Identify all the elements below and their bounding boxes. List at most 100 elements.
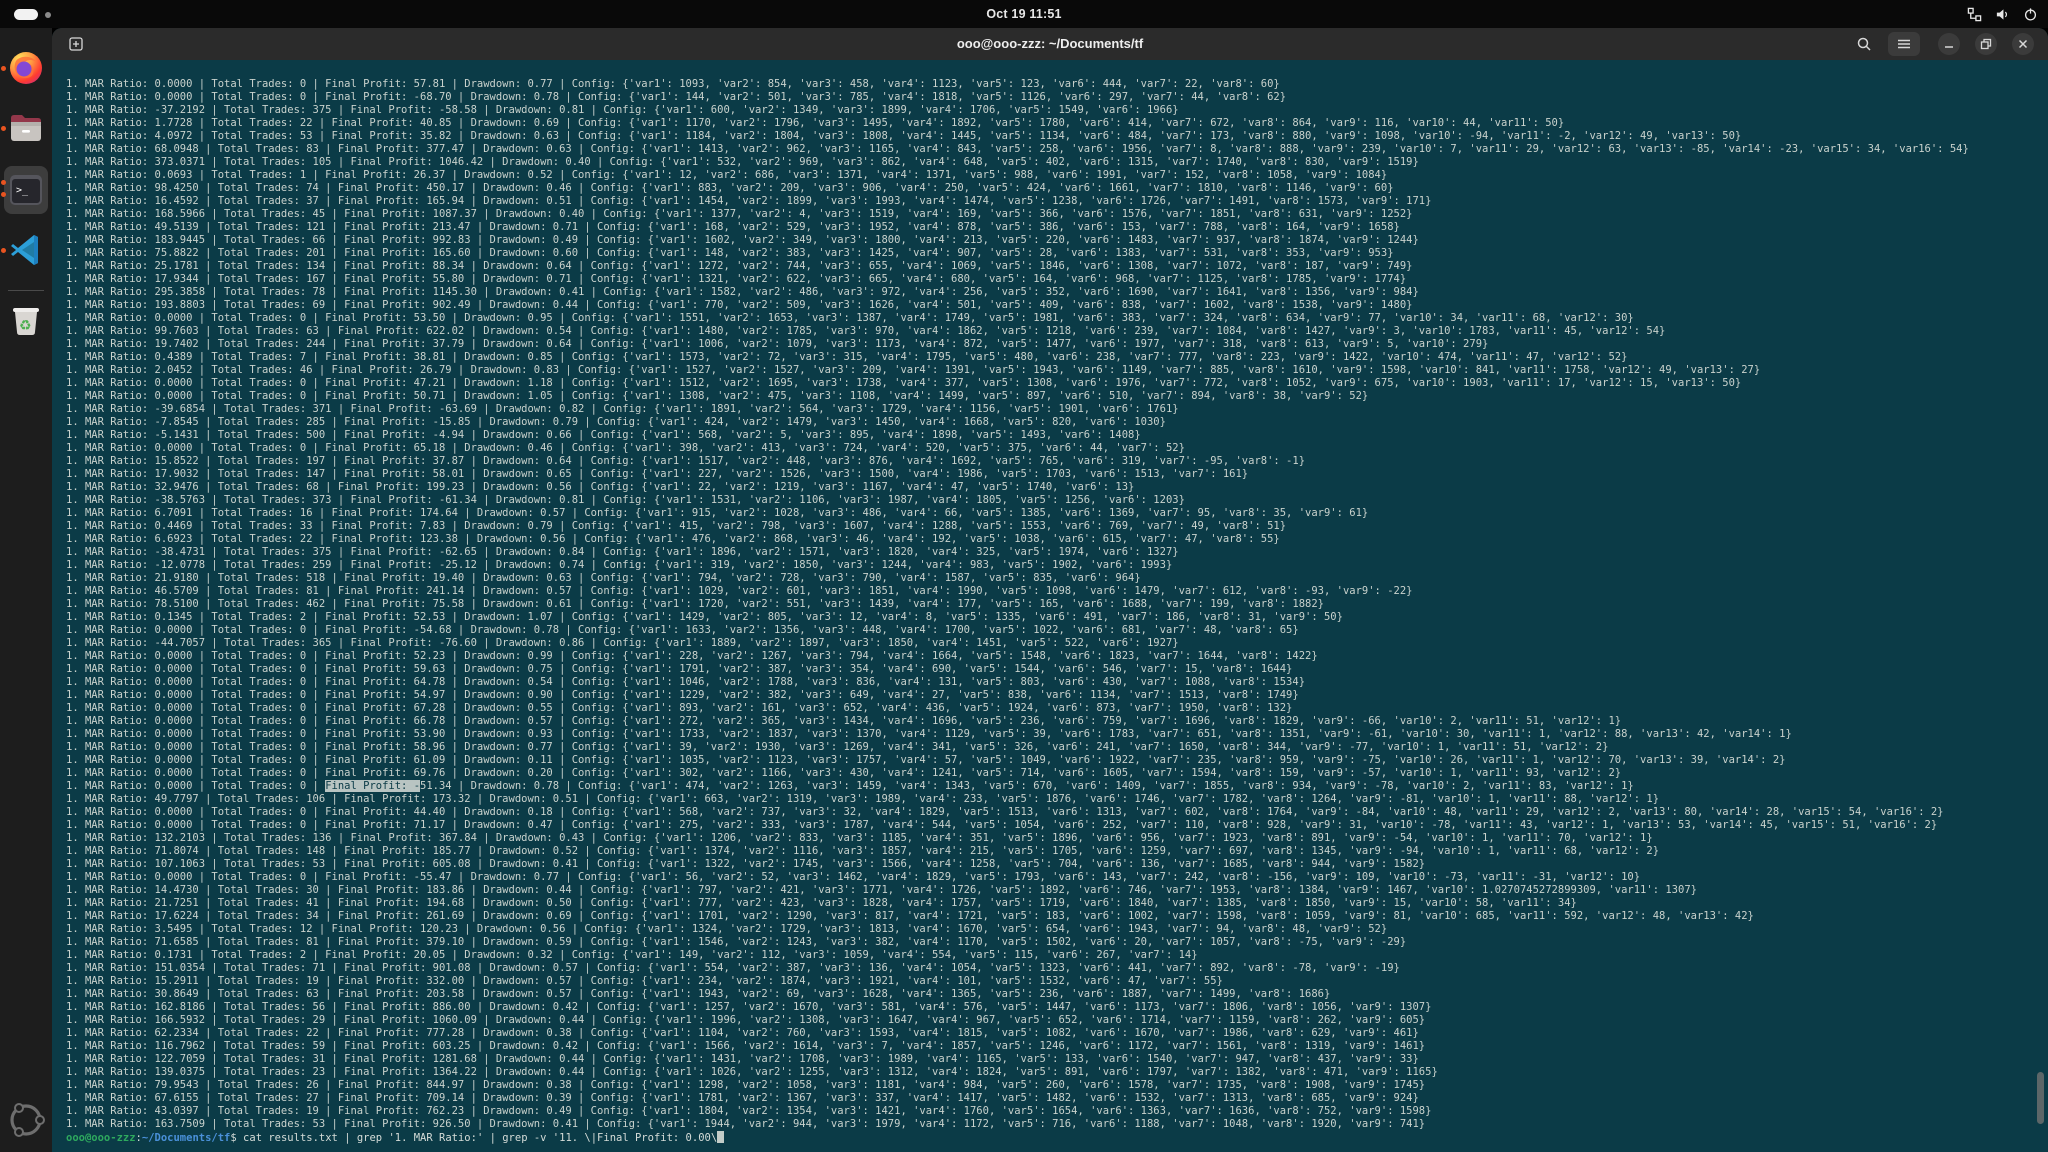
terminal-line: 1. MAR Ratio: 0.1731 | Total Trades: 2 |…: [66, 949, 2048, 962]
terminal-line: 1. MAR Ratio: 0.0000 | Total Trades: 0 |…: [66, 650, 2048, 663]
terminal-line: 1. MAR Ratio: -12.0778 | Total Trades: 2…: [66, 559, 2048, 572]
power-icon: [2023, 7, 2038, 22]
terminal-line: 1. MAR Ratio: -37.2192 | Total Trades: 3…: [66, 104, 2048, 117]
terminal-line: 1. MAR Ratio: 0.0000 | Total Trades: 0 |…: [66, 689, 2048, 702]
terminal-line: 1. MAR Ratio: 0.0000 | Total Trades: 0 |…: [66, 741, 2048, 754]
terminal-line: 1. MAR Ratio: -38.5763 | Total Trades: 3…: [66, 494, 2048, 507]
close-button[interactable]: [2012, 33, 2034, 55]
terminal-line: 1. MAR Ratio: 6.7091 | Total Trades: 16 …: [66, 507, 2048, 520]
dock-divider: [8, 290, 44, 291]
terminal-line: 1. MAR Ratio: 17.6224 | Total Trades: 34…: [66, 910, 2048, 923]
terminal-line: 1. MAR Ratio: 49.7797 | Total Trades: 10…: [66, 793, 2048, 806]
dock-item-trash[interactable]: ♻: [6, 300, 46, 340]
search-button[interactable]: [1852, 32, 1876, 56]
dock-item-terminal[interactable]: >_: [4, 166, 48, 214]
terminal-line: 1. MAR Ratio: -5.1431 | Total Trades: 50…: [66, 429, 2048, 442]
dock-item-firefox[interactable]: [6, 48, 46, 88]
running-indicator-files: [1, 126, 6, 131]
terminal-line: 1. MAR Ratio: 0.1345 | Total Trades: 2 |…: [66, 611, 2048, 624]
desktop: Oct 19 11:51: [0, 0, 2048, 1152]
terminal-line: 1. MAR Ratio: 132.2103 | Total Trades: 1…: [66, 832, 2048, 845]
terminal-line: 1. MAR Ratio: 49.5139 | Total Trades: 12…: [66, 221, 2048, 234]
terminal-line: 1. MAR Ratio: 0.0000 | Total Trades: 0 |…: [66, 754, 2048, 767]
hamburger-icon: [1897, 38, 1911, 50]
terminal-lines: 1. MAR Ratio: 0.0000 | Total Trades: 0 |…: [66, 78, 2048, 1131]
search-icon: [1856, 36, 1872, 52]
terminal-line: 1. MAR Ratio: 75.8822 | Total Trades: 20…: [66, 247, 2048, 260]
terminal-line: 1. MAR Ratio: 122.7059 | Total Trades: 3…: [66, 1053, 2048, 1066]
running-indicator-vscode: [1, 248, 6, 253]
terminal-window: ooo@ooo-zzz: ~/Documents/tf: [52, 28, 2048, 1152]
terminal-line: 1. MAR Ratio: 71.8074 | Total Trades: 14…: [66, 845, 2048, 858]
terminal-line: 1. MAR Ratio: 0.0000 | Total Trades: 0 |…: [66, 312, 2048, 325]
terminal-line: 1. MAR Ratio: 19.7402 | Total Trades: 24…: [66, 338, 2048, 351]
restore-button[interactable]: [1975, 33, 1997, 55]
terminal-line: 1. MAR Ratio: 373.0371 | Total Trades: 1…: [66, 156, 2048, 169]
trash-icon: ♻: [8, 302, 44, 338]
terminal-icon: >_: [7, 171, 45, 209]
menu-button[interactable]: [1888, 32, 1920, 56]
terminal-line: 1. MAR Ratio: 0.0000 | Total Trades: 0 |…: [66, 871, 2048, 884]
terminal-output[interactable]: 1. MAR Ratio: 0.0000 | Total Trades: 0 |…: [52, 60, 2048, 1152]
terminal-line: 1. MAR Ratio: 0.0000 | Total Trades: 0 |…: [66, 624, 2048, 637]
terminal-line: 1. MAR Ratio: 193.8803 | Total Trades: 6…: [66, 299, 2048, 312]
ubuntu-logo-icon[interactable]: [6, 1100, 46, 1140]
svg-text:>_: >_: [16, 185, 29, 196]
terminal-line: 1. MAR Ratio: 0.0000 | Total Trades: 0 |…: [66, 377, 2048, 390]
terminal-line: 1. MAR Ratio: 0.0000 | Total Trades: 0 |…: [66, 767, 2048, 780]
terminal-line: 1. MAR Ratio: 68.0948 | Total Trades: 83…: [66, 143, 2048, 156]
files-icon: [7, 109, 45, 147]
terminal-line: 1. MAR Ratio: 0.0000 | Total Trades: 0 |…: [66, 728, 2048, 741]
terminal-line: 1. MAR Ratio: 21.7251 | Total Trades: 41…: [66, 897, 2048, 910]
scrollbar-thumb[interactable]: [2037, 1072, 2044, 1124]
system-status-area[interactable]: [1967, 0, 2038, 28]
terminal-line: 1. MAR Ratio: 30.8649 | Total Trades: 63…: [66, 988, 2048, 1001]
prompt-symbol: $: [230, 1132, 243, 1144]
terminal-line: 1. MAR Ratio: 6.6923 | Total Trades: 22 …: [66, 533, 2048, 546]
svg-text:♻: ♻: [19, 317, 32, 333]
close-icon: [2017, 38, 2029, 50]
terminal-line: 1. MAR Ratio: 17.9032 | Total Trades: 14…: [66, 468, 2048, 481]
terminal-line: 1. MAR Ratio: 25.1781 | Total Trades: 13…: [66, 260, 2048, 273]
running-indicator-terminal-2: [1, 192, 6, 197]
terminal-line: 1. MAR Ratio: 71.6585 | Total Trades: 81…: [66, 936, 2048, 949]
terminal-line: 1. MAR Ratio: 15.8522 | Total Trades: 19…: [66, 455, 2048, 468]
minimize-button[interactable]: [1938, 33, 1960, 55]
terminal-line: 1. MAR Ratio: 0.4469 | Total Trades: 33 …: [66, 520, 2048, 533]
terminal-line: 1. MAR Ratio: 183.9445 | Total Trades: 6…: [66, 234, 2048, 247]
terminal-line: 1. MAR Ratio: 16.4592 | Total Trades: 37…: [66, 195, 2048, 208]
terminal-line: 1. MAR Ratio: 0.0000 | Total Trades: 0 |…: [66, 702, 2048, 715]
terminal-line: 1. MAR Ratio: 3.5495 | Total Trades: 12 …: [66, 923, 2048, 936]
terminal-line: 1. MAR Ratio: 1.7728 | Total Trades: 22 …: [66, 117, 2048, 130]
terminal-line: 1. MAR Ratio: 21.9180 | Total Trades: 51…: [66, 572, 2048, 585]
terminal-line: 1. MAR Ratio: -38.4731 | Total Trades: 3…: [66, 546, 2048, 559]
terminal-line: 1. MAR Ratio: 295.3858 | Total Trades: 7…: [66, 286, 2048, 299]
terminal-line: 1. MAR Ratio: 43.0397 | Total Trades: 19…: [66, 1105, 2048, 1118]
terminal-line: 1. MAR Ratio: 78.5100 | Total Trades: 46…: [66, 598, 2048, 611]
terminal-line: 1. MAR Ratio: 0.0000 | Total Trades: 0 |…: [66, 806, 2048, 819]
terminal-cursor: [717, 1131, 724, 1143]
terminal-line: 1. MAR Ratio: -7.8545 | Total Trades: 28…: [66, 416, 2048, 429]
terminal-line: 1. MAR Ratio: 107.1063 | Total Trades: 5…: [66, 858, 2048, 871]
dock-item-files[interactable]: [6, 108, 46, 148]
minimize-icon: [1943, 38, 1955, 50]
restore-icon: [1980, 38, 1992, 50]
vscode-icon: [8, 232, 44, 268]
dock-item-vscode[interactable]: [6, 230, 46, 270]
terminal-line: 1. MAR Ratio: 17.9344 | Total Trades: 16…: [66, 273, 2048, 286]
terminal-line: 1. MAR Ratio: 67.6155 | Total Trades: 27…: [66, 1092, 2048, 1105]
volume-icon: [1995, 7, 2010, 22]
terminal-line: 1. MAR Ratio: 79.9543 | Total Trades: 26…: [66, 1079, 2048, 1092]
terminal-line: 1. MAR Ratio: 0.0000 | Total Trades: 0 |…: [66, 819, 2048, 832]
terminal-line: 1. MAR Ratio: 14.4730 | Total Trades: 30…: [66, 884, 2048, 897]
terminal-line: 1. MAR Ratio: 2.0452 | Total Trades: 46 …: [66, 364, 2048, 377]
top-bar: Oct 19 11:51: [0, 0, 2048, 28]
terminal-line: 1. MAR Ratio: 4.0972 | Total Trades: 53 …: [66, 130, 2048, 143]
running-indicator-terminal-1: [1, 180, 6, 185]
clock[interactable]: Oct 19 11:51: [0, 0, 2048, 28]
command-text: cat results.txt | grep '1. MAR Ratio:' |…: [243, 1132, 717, 1144]
terminal-line: 1. MAR Ratio: 168.5966 | Total Trades: 4…: [66, 208, 2048, 221]
terminal-line: 1. MAR Ratio: 46.5709 | Total Trades: 81…: [66, 585, 2048, 598]
terminal-line: 1. MAR Ratio: 0.0000 | Total Trades: 0 |…: [66, 715, 2048, 728]
terminal-line: 1. MAR Ratio: -39.6854 | Total Trades: 3…: [66, 403, 2048, 416]
